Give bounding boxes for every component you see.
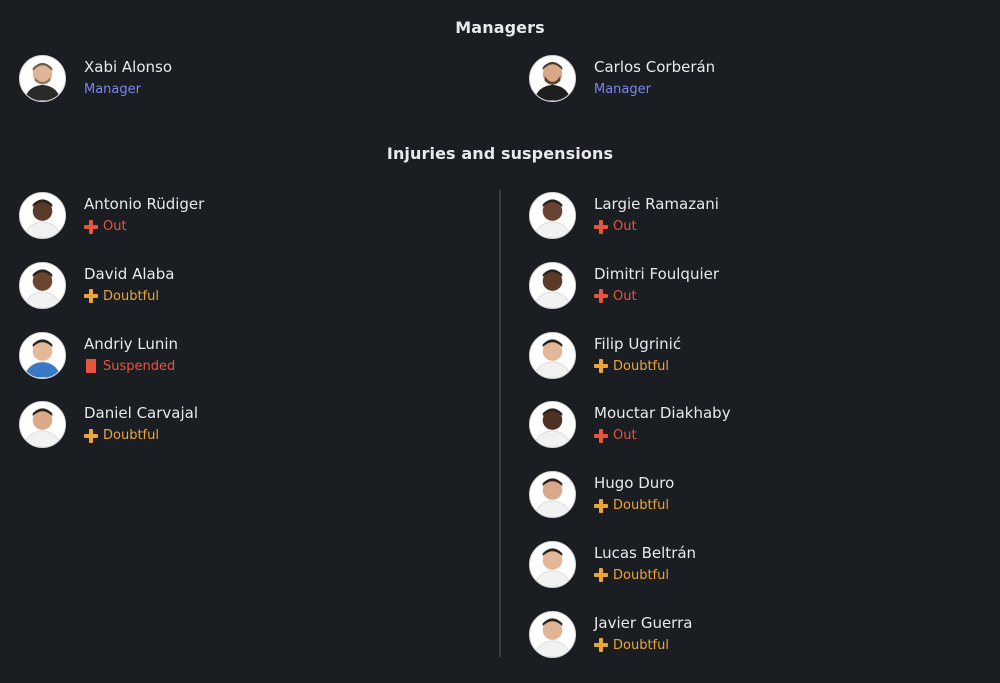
player-row[interactable]: Largie Ramazani Out [529,192,731,239]
player-name: Mouctar Diakhaby [594,404,731,423]
player-row[interactable]: Filip Ugrinić Doubtful [529,331,731,379]
player-avatar [19,331,66,379]
player-name: Filip Ugrinić [594,334,682,353]
injuries-heading: Injuries and suspensions [386,144,614,163]
player-avatar [19,192,66,239]
manager-home: Xabi Alonso Manager [19,55,172,125]
yellow-cross-icon [594,638,608,653]
red-card-icon [86,359,96,374]
player-status: Doubtful [594,357,681,376]
player-name: Javier Guerra [594,613,693,632]
red-cross-icon [594,289,608,304]
player-avatar [529,331,576,379]
column-divider [499,190,501,657]
player-status: Doubtful [84,287,174,306]
manager-name: Carlos Corberán [594,58,716,76]
status-label: Doubtful [613,567,669,583]
manager-avatar [529,55,576,102]
managers-heading: Managers [455,18,545,37]
status-label: Out [103,219,127,234]
player-avatar [529,401,576,449]
yellow-cross-icon [594,498,608,513]
player-row[interactable]: Mouctar Diakhaby Out [529,401,731,449]
lineup-extras-panel: Managers Xabi Alonso Manager Carlos Corb… [0,0,1000,683]
manager-row[interactable]: Carlos Corberán Manager [529,55,715,102]
status-label: Doubtful [613,637,669,653]
yellow-cross-icon [594,359,608,374]
player-name: Hugo Duro [594,474,675,493]
player-name: Daniel Carvajal [84,404,199,423]
manager-away: Carlos Corberán Manager [529,55,715,125]
status-label: Out [613,219,637,234]
player-name: Largie Ramazani [594,195,719,213]
status-label: Doubtful [613,358,669,374]
player-status: Suspended [84,357,178,376]
player-row[interactable]: Daniel Carvajal Doubtful [19,401,204,449]
player-status: Doubtful [594,566,696,585]
status-label: Doubtful [103,428,159,444]
manager-role: Manager [84,82,141,97]
player-avatar [529,192,576,239]
manager-avatar [19,55,66,102]
status-label: Doubtful [613,498,669,514]
player-row[interactable]: Lucas Beltrán Doubtful [529,540,731,588]
red-cross-icon [594,428,608,443]
player-status: Out [594,426,731,445]
player-row[interactable]: Andriy Lunin Suspended [19,331,204,379]
player-avatar [529,610,576,658]
injuries-home-list: Antonio Rüdiger Out David Alaba Doubtful And… [19,192,204,471]
yellow-cross-icon [594,568,608,583]
yellow-cross-icon [84,289,98,304]
player-avatar [529,540,576,588]
player-name: Antonio Rüdiger [84,195,205,213]
player-name: Andriy Lunin [84,334,179,353]
status-label: Doubtful [103,288,159,304]
red-cross-icon [84,219,98,234]
yellow-cross-icon [84,428,98,443]
player-name: Lucas Beltrán [594,543,697,562]
manager-name: Xabi Alonso [84,58,173,76]
player-row[interactable]: Hugo Duro Doubtful [529,471,731,519]
player-status: Doubtful [594,636,692,655]
player-avatar [19,261,66,309]
player-status: Out [594,287,719,306]
red-cross-icon [594,219,608,234]
injuries-away-list: Largie Ramazani Out Dimitri Foulquier Out Fi… [529,192,731,681]
player-name: Dimitri Foulquier [594,264,720,283]
player-status: Out [594,217,719,236]
player-status: Doubtful [594,496,674,515]
player-avatar [529,471,576,519]
manager-row[interactable]: Xabi Alonso Manager [19,55,172,102]
status-label: Out [613,288,637,304]
manager-role: Manager [594,82,651,97]
player-status: Out [84,217,204,236]
player-avatar [529,261,576,309]
player-name: David Alaba [84,264,175,283]
player-row[interactable]: Antonio Rüdiger Out [19,192,204,239]
status-label: Suspended [103,358,176,374]
player-status: Doubtful [84,426,198,445]
status-label: Out [613,428,637,444]
player-row[interactable]: David Alaba Doubtful [19,261,204,309]
player-row[interactable]: Javier Guerra Doubtful [529,610,731,658]
player-row[interactable]: Dimitri Foulquier Out [529,261,731,309]
player-avatar [19,401,66,449]
